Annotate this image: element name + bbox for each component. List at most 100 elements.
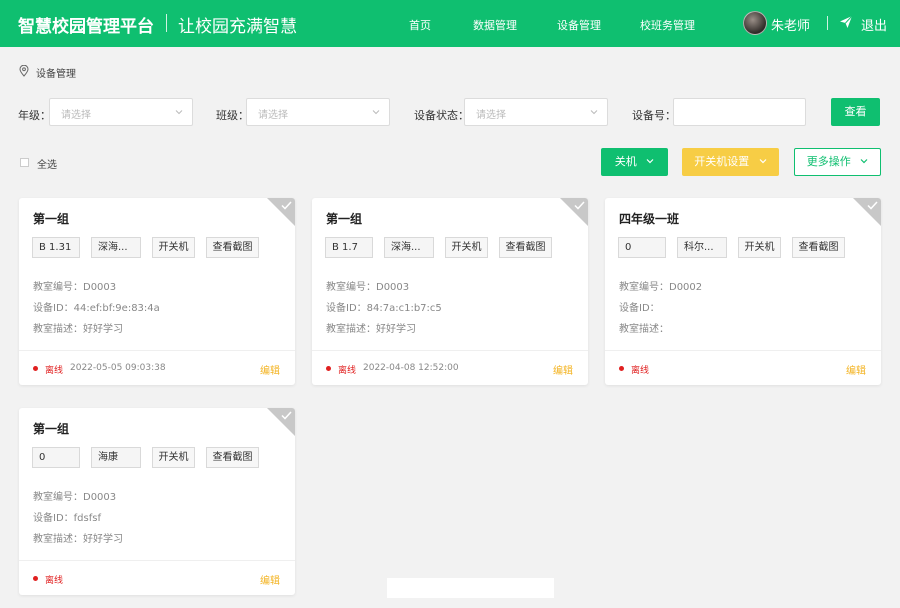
query-button[interactable]: 查看 — [831, 98, 880, 126]
room-description: 教室描述： — [619, 324, 669, 335]
device-id: 设备ID：84:7a:c1:b7:c5 — [326, 303, 442, 314]
power-settings-button[interactable]: 开关机设置 — [682, 148, 779, 176]
power-button[interactable]: 开关机 — [152, 237, 195, 258]
chevron-down-icon — [372, 110, 380, 115]
send-icon[interactable] — [839, 15, 853, 29]
status-label: 设备状态： — [414, 109, 469, 122]
username[interactable]: 朱老师 — [771, 15, 810, 34]
class-select[interactable]: 请选择 — [246, 98, 390, 126]
top-bar: 智慧校园管理平台 让校园充满智慧 首页 数据管理 设备管理 校班务管理 朱老师 … — [0, 0, 900, 47]
room-description: 教室描述：好好学习 — [33, 324, 123, 335]
card-divider — [19, 350, 295, 351]
nav-device-management[interactable]: 设备管理 — [557, 17, 601, 33]
check-icon — [574, 201, 585, 210]
chevron-down-icon — [860, 159, 868, 164]
device-card[interactable]: 第一组 B 1.31 深海... 开关机 查看截图 教室编号：D0003 设备I… — [19, 198, 295, 385]
status-badge: 离线 — [631, 366, 650, 376]
version-chip: B 1.7 — [325, 237, 373, 258]
status-dot — [619, 366, 624, 371]
brand-chip: 深海... — [91, 237, 141, 258]
brand-chip: 深海... — [384, 237, 434, 258]
version-chip: B 1.31 — [32, 237, 80, 258]
view-screenshot-button[interactable]: 查看截图 — [206, 447, 259, 468]
brand-divider — [166, 14, 167, 32]
nav-home[interactable]: 首页 — [409, 17, 431, 33]
edit-link[interactable]: 编辑 — [846, 362, 866, 377]
check-icon — [867, 201, 878, 210]
device-card[interactable]: 第一组 B 1.7 深海... 开关机 查看截图 教室编号：D0003 设备ID… — [312, 198, 588, 385]
room-description: 教室描述：好好学习 — [33, 534, 123, 545]
brand-chip: 科尔... — [677, 237, 727, 258]
class-label: 班级： — [216, 109, 249, 122]
status-dot — [33, 576, 38, 581]
status-badge: 离线 — [45, 366, 64, 376]
location-pin-icon — [19, 65, 29, 77]
power-settings-label: 开关机设置 — [694, 155, 750, 168]
brand-title: 智慧校园管理平台 — [18, 17, 154, 37]
grade-label: 年级： — [18, 109, 51, 122]
brand-chip: 海康 — [91, 447, 141, 468]
edit-link[interactable]: 编辑 — [260, 362, 280, 377]
select-all-checkbox[interactable] — [20, 158, 29, 167]
card-divider — [605, 350, 881, 351]
grade-select[interactable]: 请选择 — [49, 98, 193, 126]
device-id: 设备ID：44:ef:bf:9e:83:4a — [33, 303, 160, 314]
room-number: 教室编号：D0003 — [33, 492, 117, 503]
brand-slogan: 让校园充满智慧 — [178, 17, 297, 37]
status-dot — [326, 366, 331, 371]
device-number-label: 设备号： — [632, 109, 676, 122]
avatar[interactable] — [743, 11, 767, 35]
status-select[interactable]: 请选择 — [464, 98, 608, 126]
room-number: 教室编号：D0003 — [326, 282, 410, 293]
card-divider — [19, 560, 295, 561]
power-button[interactable]: 开关机 — [738, 237, 781, 258]
check-icon — [281, 411, 292, 420]
device-number-input[interactable] — [673, 98, 806, 126]
chevron-down-icon — [646, 159, 654, 164]
class-placeholder: 请选择 — [258, 110, 288, 121]
last-online-time: 2022-04-08 12:52:00 — [363, 363, 459, 373]
chevron-down-icon — [590, 110, 598, 115]
shutdown-button[interactable]: 关机 — [601, 148, 668, 176]
room-number: 教室编号：D0002 — [619, 282, 703, 293]
card-title: 第一组 — [33, 212, 70, 226]
room-description: 教室描述：好好学习 — [326, 324, 416, 335]
pagination-area — [387, 578, 554, 598]
power-button[interactable]: 开关机 — [152, 447, 195, 468]
breadcrumb: 设备管理 — [36, 69, 76, 80]
select-all-label: 全选 — [37, 160, 57, 171]
edit-link[interactable]: 编辑 — [260, 572, 280, 587]
room-number: 教室编号：D0003 — [33, 282, 117, 293]
power-button[interactable]: 开关机 — [445, 237, 488, 258]
device-card[interactable]: 第一组 0 海康 开关机 查看截图 教室编号：D0003 设备ID：fdsfsf… — [19, 408, 295, 595]
view-screenshot-button[interactable]: 查看截图 — [792, 237, 845, 258]
version-chip: 0 — [618, 237, 666, 258]
device-id: 设备ID： — [619, 303, 660, 314]
card-divider — [312, 350, 588, 351]
view-screenshot-button[interactable]: 查看截图 — [499, 237, 552, 258]
logout-link[interactable]: 退出 — [861, 15, 887, 34]
chevron-down-icon — [175, 110, 183, 115]
card-title: 四年级一班 — [619, 212, 680, 226]
device-card[interactable]: 四年级一班 0 科尔... 开关机 查看截图 教室编号：D0002 设备ID： … — [605, 198, 881, 385]
version-chip: 0 — [32, 447, 80, 468]
view-screenshot-button[interactable]: 查看截图 — [206, 237, 259, 258]
card-title: 第一组 — [33, 422, 70, 436]
edit-link[interactable]: 编辑 — [553, 362, 573, 377]
grade-placeholder: 请选择 — [61, 110, 91, 121]
device-id: 设备ID：fdsfsf — [33, 513, 101, 524]
card-title: 第一组 — [326, 212, 363, 226]
header-divider — [827, 16, 828, 30]
chevron-down-icon — [759, 159, 767, 164]
nav-class-affairs[interactable]: 校班务管理 — [640, 17, 695, 33]
status-dot — [33, 366, 38, 371]
status-placeholder: 请选择 — [476, 110, 506, 121]
more-actions-button[interactable]: 更多操作 — [794, 148, 881, 176]
last-online-time: 2022-05-05 09:03:38 — [70, 363, 166, 373]
status-badge: 离线 — [45, 576, 64, 586]
more-actions-label: 更多操作 — [806, 155, 851, 168]
check-icon — [281, 201, 292, 210]
nav-data-management[interactable]: 数据管理 — [473, 17, 517, 33]
shutdown-label: 关机 — [614, 155, 637, 168]
status-badge: 离线 — [338, 366, 357, 376]
